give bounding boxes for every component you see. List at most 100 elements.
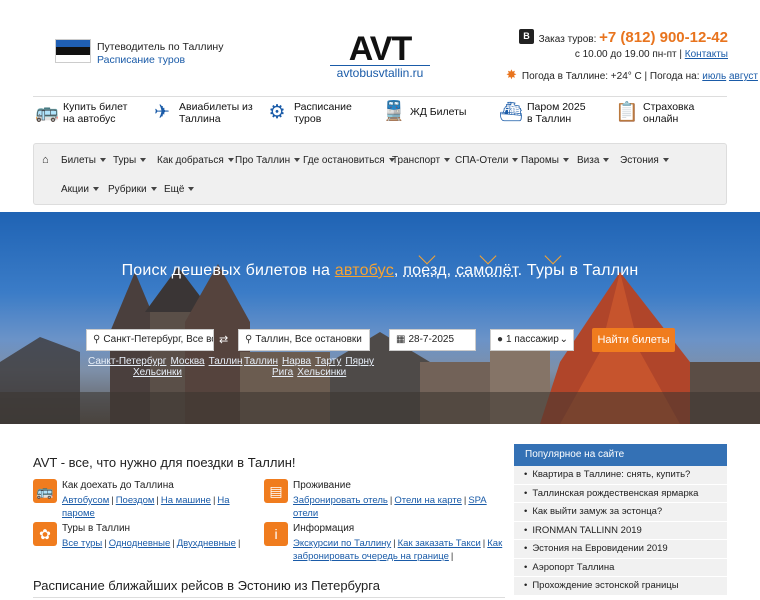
order-label: Заказ туров: bbox=[538, 34, 597, 45]
divider bbox=[33, 597, 505, 598]
weather-august-link[interactable]: август bbox=[729, 71, 758, 82]
from-field[interactable]: ⚲ Санкт-Петербург, Все вокз bbox=[86, 329, 214, 351]
bus-icon: 🚌 bbox=[35, 102, 59, 123]
estonia-flag-icon bbox=[55, 39, 91, 63]
nav-item-about-tallinn[interactable]: Про Таллин bbox=[235, 155, 301, 166]
block-link[interactable]: На машине bbox=[161, 495, 211, 506]
service-flights[interactable]: ✈ Авиабилеты из Таллина bbox=[151, 101, 253, 125]
weather-text: Погода в Таллине: +24° C | Погода на: bbox=[521, 71, 700, 82]
nav-label: Туры bbox=[113, 155, 137, 166]
hero-title-suffix: . Туры в Таллин bbox=[517, 262, 639, 279]
nav-item-promotions[interactable]: Акции bbox=[61, 184, 99, 195]
service-trains[interactable]: 🚆 ЖД Билеты bbox=[382, 101, 466, 123]
block-title: Туры в Таллин bbox=[62, 523, 131, 534]
service-tours[interactable]: ⚙ Расписание туров bbox=[266, 101, 352, 125]
popular-item[interactable]: Прохождение эстонской границы bbox=[514, 577, 727, 596]
popular-item[interactable]: Аэропорт Таллина bbox=[514, 558, 727, 577]
date-field[interactable]: ▦ 28-7-2025 bbox=[389, 329, 476, 351]
nav-item-visa[interactable]: Виза bbox=[577, 155, 610, 166]
service-insurance[interactable]: 📋 Страховка онлайн bbox=[615, 101, 694, 125]
nav-label: Акции bbox=[61, 184, 89, 195]
nav-item-rubrics[interactable]: Рубрики bbox=[108, 184, 157, 195]
to-field[interactable]: ⚲ Таллин, Все остановки bbox=[238, 329, 370, 351]
calendar-icon: ▦ bbox=[396, 334, 406, 345]
quick-city-link[interactable]: Хельсинки bbox=[297, 367, 346, 378]
block-link[interactable]: забронировать очередь на границе bbox=[293, 551, 449, 562]
block-link[interactable]: Забронировать отель bbox=[293, 495, 388, 506]
tours-schedule-link[interactable]: Расписание туров bbox=[97, 54, 223, 67]
option-plane-link[interactable]: самолёт bbox=[456, 262, 518, 279]
popular-item[interactable]: Таллинская рождественская ярмарка bbox=[514, 484, 727, 503]
option-train-link[interactable]: поезд bbox=[403, 262, 446, 279]
quick-city-link[interactable]: Рига bbox=[272, 367, 293, 378]
service-ferry[interactable]: ⛴ Паром 2025 в Таллин bbox=[499, 101, 586, 125]
nav-label: Эстония bbox=[620, 155, 659, 166]
block-link[interactable]: Как bbox=[487, 538, 502, 549]
block-link[interactable]: Как заказать Такси bbox=[398, 538, 481, 549]
quick-city-link[interactable]: Пярну bbox=[345, 356, 374, 367]
quick-city-link[interactable]: Санкт-Петербург bbox=[88, 356, 166, 367]
nav-label: СПА-Отели bbox=[455, 155, 509, 166]
nav-item-transport[interactable]: Транспорт bbox=[392, 155, 451, 166]
service-label: Таллина bbox=[179, 113, 221, 125]
home-icon[interactable]: ⌂ bbox=[42, 154, 49, 166]
quick-city-link[interactable]: Хельсинки bbox=[133, 367, 182, 378]
option-bus-link[interactable]: автобус bbox=[335, 262, 394, 279]
nav-item-spa-hotels[interactable]: СПА-Отели bbox=[455, 155, 519, 166]
quick-city-link[interactable]: Таллин bbox=[209, 356, 243, 367]
sun-icon: ✸ bbox=[506, 67, 517, 82]
nav-label: Где остановиться bbox=[303, 155, 385, 166]
guide-link[interactable]: Путеводитель по Таллину bbox=[97, 41, 223, 54]
contacts-link[interactable]: Контакты bbox=[685, 49, 728, 60]
popular-item[interactable]: Квартира в Таллине: снять, купить? bbox=[514, 466, 727, 485]
nav-item-ferries[interactable]: Паромы bbox=[521, 155, 569, 166]
compass-icon: ⚙ bbox=[268, 102, 286, 123]
main-nav: ⌂ Билеты Туры Как добраться Про Таллин Г… bbox=[33, 143, 727, 205]
block-link[interactable]: Поездом bbox=[116, 495, 155, 506]
block-link[interactable]: Автобусом bbox=[62, 495, 109, 506]
service-label: Паром 2025 bbox=[527, 101, 586, 113]
from-value: Санкт-Петербург, Все вокз bbox=[103, 334, 214, 345]
service-label: онлайн bbox=[643, 113, 679, 125]
block-link[interactable]: Двухдневные bbox=[177, 538, 236, 549]
quick-city-link[interactable]: Нарва bbox=[282, 356, 311, 367]
nav-item-estonia[interactable]: Эстония bbox=[620, 155, 669, 166]
logo-domain: avtobusvtallin.ru bbox=[330, 65, 430, 80]
nav-label: Виза bbox=[577, 155, 600, 166]
date-value: 28-7-2025 bbox=[408, 334, 455, 345]
quick-city-link[interactable]: Москва bbox=[170, 356, 204, 367]
quick-city-link[interactable]: Таллин bbox=[244, 356, 278, 367]
tours-block: ✿ Туры в Таллин Все туры | Однодневные | Дву… bbox=[33, 522, 253, 550]
popular-item[interactable]: IRONMAN TALLINN 2019 bbox=[514, 521, 727, 540]
service-bus[interactable]: 🚌 Купить билет на автобус bbox=[35, 101, 127, 125]
service-label: Авиабилеты из bbox=[179, 101, 253, 113]
hotel-icon: ▤ bbox=[264, 479, 288, 503]
service-label: Расписание bbox=[294, 101, 352, 113]
vk-icon[interactable]: В bbox=[519, 29, 534, 44]
phone-number[interactable]: +7 (812) 900-12-42 bbox=[599, 29, 728, 46]
site-logo[interactable]: AVT avtobusvtallin.ru bbox=[330, 30, 430, 80]
nav-item-tickets[interactable]: Билеты bbox=[61, 155, 106, 166]
block-title: Информация bbox=[293, 523, 355, 534]
nav-label: Билеты bbox=[61, 155, 96, 166]
quick-city-link[interactable]: Тарту bbox=[315, 356, 341, 367]
block-link[interactable]: Экскурсии по Таллину bbox=[293, 538, 391, 549]
popular-item[interactable]: Как выйти замуж за эстонца? bbox=[514, 503, 727, 522]
logo-text: AVT bbox=[348, 30, 412, 68]
service-label: Купить билет bbox=[63, 101, 128, 113]
block-link[interactable]: Все туры bbox=[62, 538, 102, 549]
nav-item-tours[interactable]: Туры bbox=[113, 155, 147, 166]
passengers-select[interactable]: ● 1 пассажир ⌄ bbox=[490, 329, 574, 351]
search-tickets-button[interactable]: Найти билеты bbox=[592, 328, 675, 352]
nav-item-more[interactable]: Ещё bbox=[164, 184, 195, 195]
block-link[interactable]: Отели на карте bbox=[394, 495, 462, 506]
block-link[interactable]: Однодневные bbox=[109, 538, 171, 549]
popular-item[interactable]: Эстония на Евровидении 2019 bbox=[514, 540, 727, 559]
weather-july-link[interactable]: июль bbox=[702, 71, 726, 82]
service-label: туров bbox=[294, 113, 322, 125]
nav-item-where-to-stay[interactable]: Где остановиться bbox=[303, 155, 395, 166]
location-pin-icon: ⚲ bbox=[93, 334, 101, 345]
nav-item-how-to-get[interactable]: Как добраться bbox=[157, 155, 234, 166]
swap-icon[interactable]: ⇄ bbox=[219, 333, 228, 346]
plane-icon: ✈ bbox=[154, 102, 170, 123]
